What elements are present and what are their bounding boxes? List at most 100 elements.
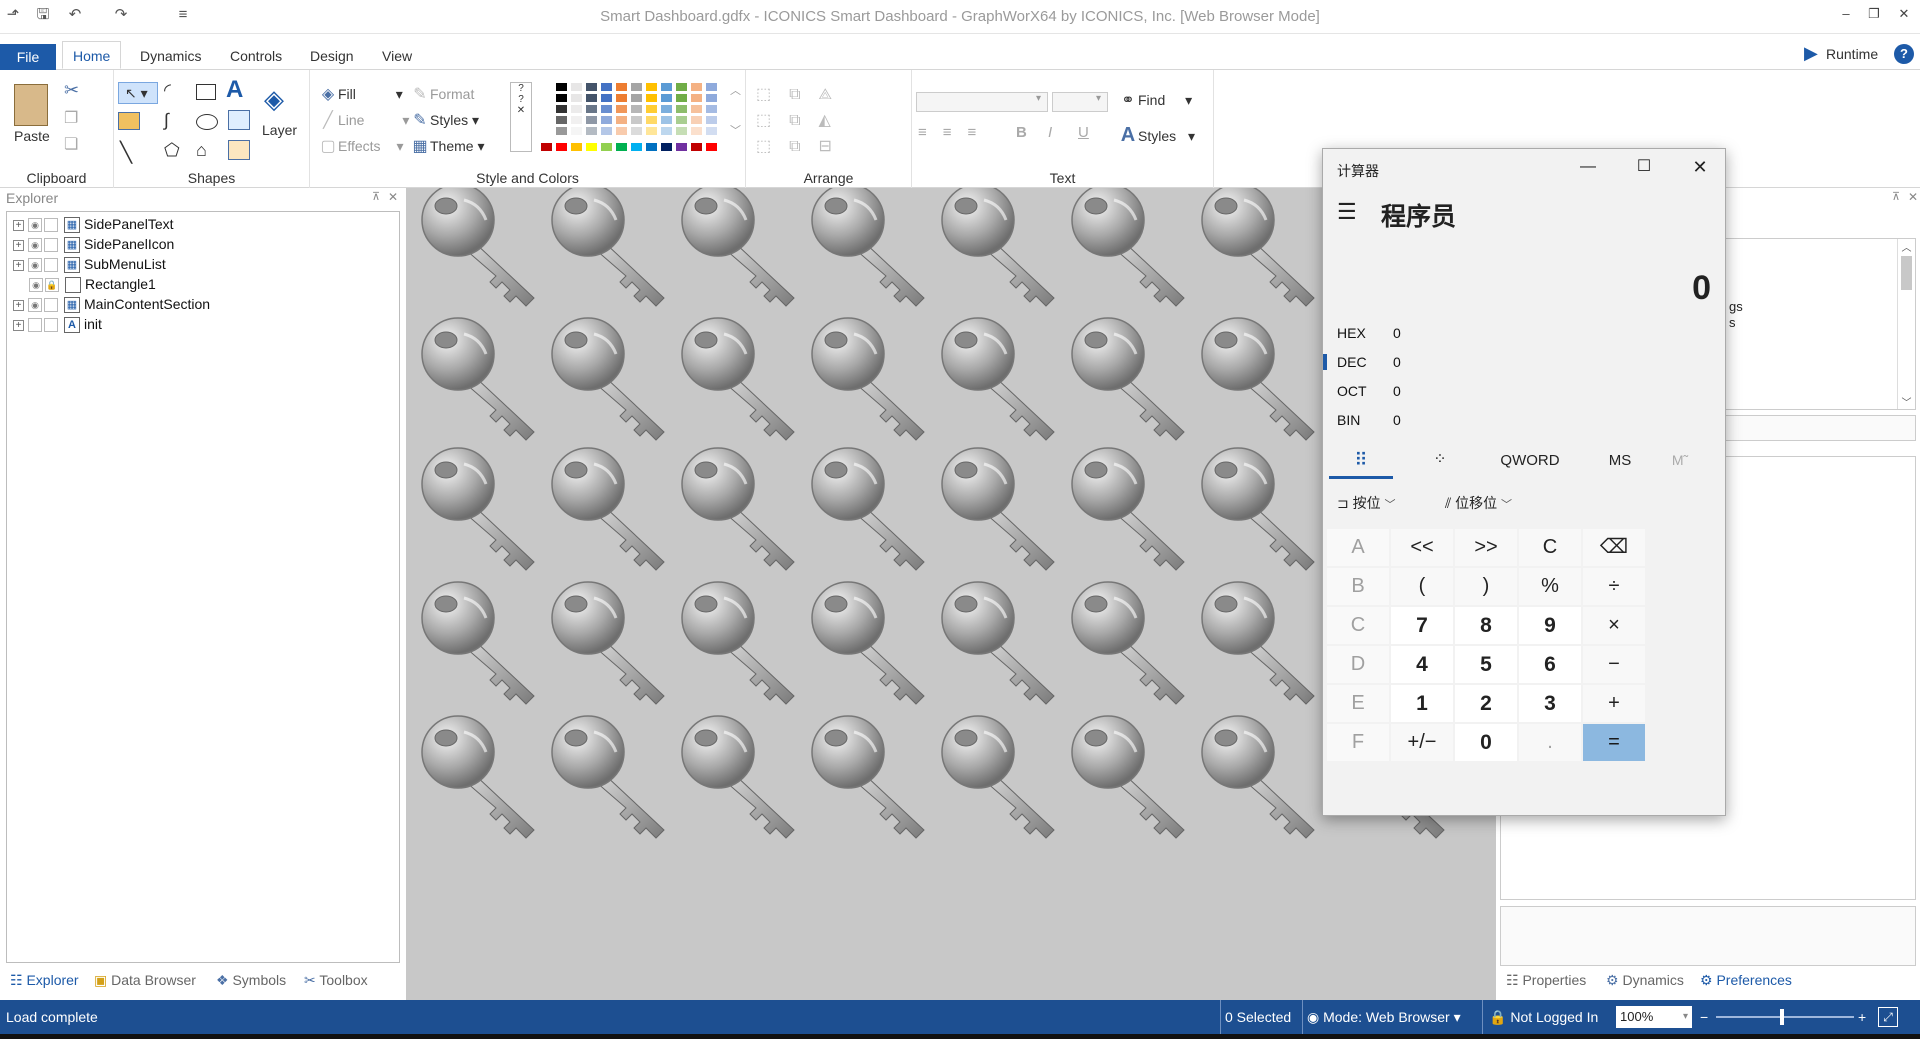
color-swatch[interactable] <box>615 115 628 125</box>
color-palette[interactable] <box>540 82 730 154</box>
color-swatch[interactable] <box>600 82 613 92</box>
expand-icon[interactable]: + <box>13 219 24 231</box>
color-swatch[interactable] <box>645 93 658 103</box>
subtract-button[interactable]: − <box>1583 646 1645 683</box>
digit-2-button[interactable]: 2 <box>1455 685 1517 722</box>
color-swatch[interactable] <box>645 115 658 125</box>
color-swatch[interactable] <box>675 126 688 136</box>
visibility-icon[interactable]: ◉ <box>28 218 42 233</box>
expand-icon[interactable]: + <box>13 239 24 251</box>
tab-controls[interactable]: Controls <box>220 42 292 70</box>
ellipse-icon[interactable] <box>196 114 218 130</box>
font-size-select[interactable]: ▾ <box>1052 92 1108 112</box>
tab-design[interactable]: Design <box>300 42 364 70</box>
tab-file[interactable]: File <box>0 44 56 70</box>
bitshift-dropdown[interactable]: ⫽ 位移位 ﹀ <box>1445 493 1512 513</box>
tab-properties[interactable]: ☷ Properties <box>1506 972 1586 989</box>
color-swatch[interactable] <box>675 104 688 114</box>
color-swatch[interactable] <box>690 104 703 114</box>
color-swatch[interactable] <box>615 126 628 136</box>
color-swatch[interactable] <box>600 93 613 103</box>
list-scrollbar[interactable]: ︿ ﹀ <box>1897 239 1915 409</box>
tab-preferences[interactable]: ⚙ Preferences <box>1700 972 1792 989</box>
open-paren-button[interactable]: ( <box>1391 568 1453 605</box>
pin-icon[interactable]: ⊼ <box>372 190 380 203</box>
paste-button[interactable]: Paste <box>14 128 50 144</box>
standard-color-swatch[interactable] <box>555 142 568 152</box>
digit-0-button[interactable]: 0 <box>1455 724 1517 761</box>
find-button[interactable]: ⚭ Find ▾ <box>1118 90 1192 110</box>
color-swatch[interactable] <box>540 104 553 114</box>
visibility-icon[interactable]: ◉ <box>29 278 43 293</box>
modulo-button[interactable]: % <box>1519 568 1581 605</box>
standard-color-swatch[interactable] <box>630 142 643 152</box>
calc-maximize-icon[interactable]: ☐ <box>1629 153 1659 181</box>
lock-toggle[interactable] <box>44 218 58 233</box>
memory-list-button[interactable]: M˜ <box>1655 445 1705 479</box>
color-swatch[interactable] <box>630 104 643 114</box>
tree-item-rectangle1[interactable]: ◉ 🔒 Rectangle1 <box>29 274 156 294</box>
radix-hex[interactable]: HEX 0 <box>1337 323 1401 343</box>
digit-8-button[interactable]: 8 <box>1455 607 1517 644</box>
clear-button[interactable]: C <box>1519 529 1581 566</box>
hex-key-c[interactable]: C <box>1327 607 1389 644</box>
calc-close-icon[interactable]: ✕ <box>1685 153 1715 181</box>
curve-icon[interactable]: ∫ <box>164 110 169 131</box>
image-icon[interactable] <box>228 110 250 130</box>
digit-9-button[interactable]: 9 <box>1519 607 1581 644</box>
color-swatch[interactable] <box>570 93 583 103</box>
hex-key-e[interactable]: E <box>1327 685 1389 722</box>
color-swatch[interactable] <box>705 115 718 125</box>
hex-key-b[interactable]: B <box>1327 568 1389 605</box>
layer-button[interactable]: Layer <box>262 122 297 138</box>
zoom-select[interactable]: 100% ▾ <box>1616 1006 1692 1028</box>
radix-oct[interactable]: OCT 0 <box>1337 381 1401 401</box>
standard-color-swatch[interactable] <box>675 142 688 152</box>
styles-button[interactable]: ✎ Styles ▾ <box>410 110 479 130</box>
tab-explorer[interactable]: ☷ Explorer <box>10 972 79 989</box>
tab-toolbox[interactable]: ✂ Toolbox <box>304 972 368 989</box>
digit-7-button[interactable]: 7 <box>1391 607 1453 644</box>
line-tool-icon[interactable]: ╲ <box>120 140 132 165</box>
color-swatch[interactable] <box>660 93 673 103</box>
lock-toggle[interactable] <box>44 238 58 253</box>
backspace-button[interactable]: ⌫ <box>1583 529 1645 566</box>
color-swatch[interactable] <box>675 93 688 103</box>
mode-indicator[interactable]: ◉ Mode: Web Browser ▾ <box>1302 1000 1461 1034</box>
color-swatch[interactable] <box>675 115 688 125</box>
color-swatch[interactable] <box>660 115 673 125</box>
color-swatch[interactable] <box>585 93 598 103</box>
color-swatch[interactable] <box>555 93 568 103</box>
tree-item-init[interactable]: + Ainit <box>13 314 102 334</box>
color-mode-icons[interactable]: ?? ✕ <box>510 82 532 152</box>
bitwise-dropdown[interactable]: ⊐ 按位 ﹀ <box>1337 493 1396 513</box>
digit-1-button[interactable]: 1 <box>1391 685 1453 722</box>
color-swatch[interactable] <box>585 82 598 92</box>
color-swatch[interactable] <box>705 93 718 103</box>
memory-store-button[interactable]: MS <box>1595 445 1645 479</box>
tab-view[interactable]: View <box>372 42 422 70</box>
color-swatch[interactable] <box>645 82 658 92</box>
add-button[interactable]: + <box>1583 685 1645 722</box>
word-size-button[interactable]: QWORD <box>1483 445 1577 479</box>
color-swatch[interactable] <box>630 82 643 92</box>
color-swatch[interactable] <box>555 82 568 92</box>
calc-minimize-icon[interactable]: — <box>1573 153 1603 181</box>
lock-toggle[interactable] <box>44 298 58 313</box>
color-swatch[interactable] <box>600 104 613 114</box>
hex-key-d[interactable]: D <box>1327 646 1389 683</box>
format-button[interactable]: ✎ Format <box>410 84 474 104</box>
color-swatch[interactable] <box>585 104 598 114</box>
help-icon[interactable]: ? <box>1894 44 1914 64</box>
color-swatch[interactable] <box>705 126 718 136</box>
fill-button[interactable]: ◈ Fill ▾ <box>318 84 403 104</box>
color-swatch[interactable] <box>690 115 703 125</box>
fit-to-window-icon[interactable]: ⤢ <box>1878 1007 1898 1027</box>
standard-color-swatch[interactable] <box>585 142 598 152</box>
color-swatch[interactable] <box>540 93 553 103</box>
zoom-out-button[interactable]: − <box>1700 1000 1708 1034</box>
tab-dynamics[interactable]: Dynamics <box>130 42 211 70</box>
digit-4-button[interactable]: 4 <box>1391 646 1453 683</box>
color-swatch[interactable] <box>630 115 643 125</box>
standard-color-swatch[interactable] <box>540 142 553 152</box>
